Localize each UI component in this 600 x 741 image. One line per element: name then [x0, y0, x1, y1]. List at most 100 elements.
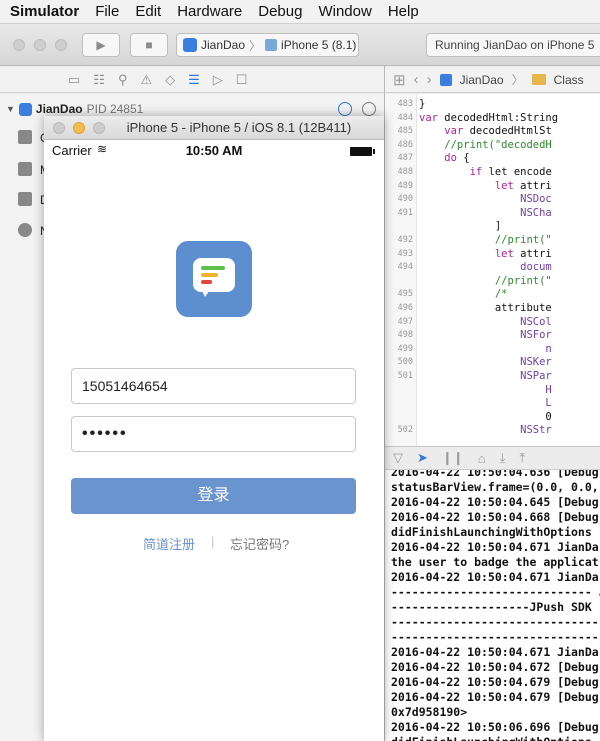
code-line: NSKer [419, 356, 552, 369]
menu-edit[interactable]: Edit [127, 0, 169, 24]
code-line: if let encode [469, 166, 552, 178]
line-number [385, 397, 413, 410]
code-line: H [419, 383, 552, 396]
line-number: 483 [397, 99, 413, 109]
report-icon[interactable]: ☐ [236, 72, 248, 88]
line-number: 492 [397, 235, 413, 245]
forgot-password-link[interactable]: 忘记密码? [230, 534, 289, 553]
pause-thread-icon[interactable] [362, 102, 376, 116]
code-line: } [419, 98, 426, 110]
console-line: 2016-04-22 10:50:04.679 [Debug [391, 690, 599, 704]
test-icon[interactable]: ◇ [165, 72, 175, 88]
scheme-selector[interactable]: JianDao 〉 iPhone 5 (8.1) [176, 33, 359, 57]
console-line: ----------------------------- JP [391, 585, 600, 599]
step-over-icon[interactable]: ⌂ [478, 451, 486, 466]
process-pid: PID 24851 [86, 102, 144, 116]
cpu-icon [18, 130, 32, 144]
project-icon [439, 73, 452, 86]
phone-input[interactable]: 15051464654 [71, 368, 356, 404]
scheme-device: iPhone 5 (8.1) [281, 38, 357, 52]
menu-debug[interactable]: Debug [250, 0, 310, 24]
step-out-icon[interactable]: ⤒ [519, 450, 525, 466]
line-number: 502 [397, 425, 413, 436]
line-number: 484 [397, 112, 413, 123]
menu-window[interactable]: Window [310, 0, 379, 24]
jump-folder[interactable]: Class [554, 73, 584, 87]
code-line: //print("decodedH [419, 138, 552, 151]
code-line: NSPar [419, 370, 552, 382]
console-line: didFinishLaunchingWithOptions [391, 735, 592, 741]
line-number: 485 [397, 126, 413, 137]
code-line: NSDoc [419, 193, 552, 206]
line-number: 487 [397, 153, 413, 164]
register-link[interactable]: 简道注册 [143, 534, 195, 553]
code-line: /* [419, 288, 508, 301]
login-button[interactable]: 登录 [71, 478, 356, 514]
jump-project[interactable]: JianDao [460, 73, 504, 87]
menu-help[interactable]: Help [380, 0, 427, 24]
back-arrow-icon[interactable]: ‹ [414, 71, 419, 88]
symbol-icon[interactable]: ☷ [93, 72, 105, 88]
line-number [385, 384, 413, 397]
console-line: didFinishLaunchingWithOptions [391, 525, 592, 539]
console-line: 2016-04-22 10:50:04.645 [Debug [391, 495, 599, 509]
console-line: -------------------------------- [391, 615, 600, 629]
folder-icon [531, 74, 546, 85]
source-editor[interactable]: 483} 484 var decodedHtml:String 485 var dec… [385, 94, 600, 446]
chat-bubble-tail [200, 287, 212, 297]
logo-bar-green [201, 266, 225, 270]
breakpoint-icon[interactable]: ▷ [213, 72, 223, 88]
simulator-close-button[interactable] [53, 122, 65, 134]
network-icon [18, 223, 32, 237]
line-number [385, 220, 413, 233]
forward-arrow-icon[interactable]: › [427, 71, 432, 88]
password-input[interactable]: •••••• [71, 416, 356, 452]
zoom-window-button[interactable] [55, 39, 67, 51]
menu-hardware[interactable]: Hardware [169, 0, 250, 24]
debug-navigator-icon[interactable]: ☰ [188, 72, 200, 88]
console-line: 2016-04-22 10:50:04.672 [Debug [391, 660, 599, 674]
folder-icon[interactable]: ▭ [68, 72, 80, 88]
line-number: 497 [397, 316, 413, 327]
menu-file[interactable]: File [87, 0, 127, 24]
ios-status-bar: Carrier ≋ 10:50 AM [44, 140, 384, 160]
code-line: do { [444, 152, 470, 165]
battery-icon [350, 147, 375, 156]
hide-debug-icon[interactable]: ▽ [393, 450, 403, 466]
console-line: 2016-04-22 10:50:04.679 [Debug [391, 675, 599, 689]
activity-viewer: Running JianDao on iPhone 5 [426, 33, 600, 57]
logo-bar-yellow [201, 273, 218, 277]
simulator-minimize-button[interactable] [73, 122, 85, 134]
code-line: var decodedHtmlSt [444, 125, 552, 138]
run-button[interactable]: ▶ [82, 33, 120, 57]
code-line: NSCol [419, 315, 552, 328]
simulator-zoom-button[interactable] [93, 122, 105, 134]
breakpoints-toggle-icon[interactable]: ➤ [417, 450, 428, 466]
device-icon [265, 39, 278, 51]
grid-icon[interactable]: ⊞ [393, 71, 406, 89]
scheme-target: JianDao [201, 38, 246, 52]
pause-icon[interactable]: ❙❙ [442, 450, 464, 466]
line-number: 489 [397, 180, 413, 191]
process-row[interactable]: ▼ JianDao PID 24851 [6, 102, 143, 116]
code-line: n [419, 342, 552, 355]
warning-icon[interactable]: ⚠ [140, 72, 152, 88]
chevron-right-icon: 〉 [249, 38, 262, 53]
disclosure-down-icon[interactable]: ▼ [6, 104, 15, 114]
step-in-icon[interactable]: ⤓ [500, 450, 506, 466]
console-line: 2016-04-22 10:50:04.671 JianDa [391, 645, 599, 659]
close-window-button[interactable] [13, 39, 25, 51]
gauge-icon[interactable] [338, 102, 352, 116]
code-line: let attri [494, 179, 552, 192]
line-number: 491 [397, 207, 413, 218]
minimize-window-button[interactable] [34, 39, 46, 51]
debug-console[interactable]: 2016-04-22 10:50:04.636 [Debug statusBarV… [385, 470, 600, 741]
line-number: 498 [397, 330, 413, 341]
stop-button[interactable]: ■ [130, 33, 168, 57]
menu-app-simulator[interactable]: Simulator [0, 0, 87, 24]
search-icon[interactable]: ⚲ [118, 72, 128, 88]
stop-icon: ■ [145, 38, 153, 52]
console-line: 0x7d958190> [391, 705, 468, 719]
line-number: 486 [397, 139, 413, 150]
play-icon: ▶ [96, 38, 106, 52]
